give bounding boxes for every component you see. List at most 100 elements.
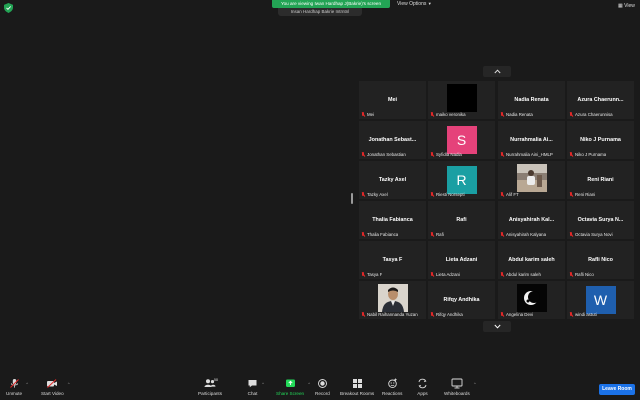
whiteboards-button[interactable]: Whiteboards ^ (444, 378, 476, 396)
participant-label-text: Octavia Surya Novi (575, 231, 613, 237)
caret-up-icon[interactable]: ^ (26, 381, 28, 386)
participant-video-image (516, 284, 547, 312)
participant-tile[interactable]: Nadia Renata Nadia Renata (498, 81, 565, 119)
grid-icon: ▦ (618, 3, 623, 9)
unmute-button[interactable]: Unmute ^ (6, 378, 28, 396)
share-screen-label: Share Screen (276, 391, 305, 396)
participant-name-label: Rafi (430, 231, 444, 237)
start-video-button[interactable]: Start Video ^ (41, 378, 70, 396)
participant-label-text: Thalia Fabianca (367, 231, 399, 237)
participant-name-label: Angelina Devi (500, 311, 533, 317)
gallery-scroll-up-button[interactable] (483, 66, 511, 77)
participant-label-text: Nurrahmalia Aini_HMLP (506, 151, 553, 157)
participant-tile[interactable]: R Riesti Norsepti (428, 161, 495, 199)
participant-tile[interactable]: Tasya F Tasya F (359, 241, 426, 279)
participant-label-text: Anisyahirah Kalyana (506, 231, 547, 237)
view-options-menu[interactable]: View Options ▼ (397, 1, 432, 7)
participant-label-text: Rafli Nico (575, 271, 594, 277)
panel-resize-handle[interactable] (351, 193, 353, 204)
participant-tile[interactable]: Azura Chaerunn... Azura Chaerunnisa (567, 81, 634, 119)
participant-name-label: Tasya F (361, 271, 382, 277)
microphone-muted-icon (361, 311, 365, 317)
microphone-muted-icon (569, 271, 573, 277)
participant-tile[interactable]: Wwindi astuti (567, 281, 634, 319)
participant-name-label: Jonathan Sebastian (361, 151, 406, 157)
participant-display-name: Tasya F (382, 257, 403, 263)
share-screen-button[interactable]: Share Screen ^ (276, 378, 310, 396)
participant-tile[interactable]: Nurrahmalia Ai... Nurrahmalia Aini_HMLP (498, 121, 565, 159)
participant-name-label: Nurrahmalia Aini_HMLP (500, 151, 553, 157)
microphone-muted-icon (430, 111, 434, 117)
chevron-up-icon (493, 69, 501, 74)
shield-icon[interactable] (4, 3, 13, 13)
participant-tile[interactable]: Octavia Surya N... Octavia Surya Novi (567, 201, 634, 239)
avatar-letter: R (446, 166, 477, 194)
participant-tile[interactable]: Reni Riani Reni Riani (567, 161, 634, 199)
participants-button[interactable]: 58 Participants (198, 378, 222, 396)
participant-tile[interactable]: Lieta Adzani Lieta Adzani (428, 241, 495, 279)
record-label: Record (315, 391, 330, 396)
participant-name-label: Reni Riani (569, 191, 595, 197)
meeting-toolbar: Unmute ^ Start Video ^ 58 Participants C… (0, 376, 640, 400)
participant-name-label: Azura Chaerunnisa (569, 111, 613, 117)
participant-tile[interactable]: Thalia Fabianca Thalia Fabianca (359, 201, 426, 239)
participant-tile[interactable]: Jonathan Sebast... Jonathan Sebastian (359, 121, 426, 159)
microphone-muted-icon (569, 311, 573, 317)
participant-display-name: Lieta Adzani (445, 257, 478, 263)
participant-tile[interactable]: Alif FT (498, 161, 565, 199)
gallery-scroll-down-button[interactable] (483, 321, 511, 332)
microphone-muted-icon (500, 271, 504, 277)
participant-tile[interactable]: Abdul karim saleh Abdul karim saleh (498, 241, 565, 279)
participant-name-label: Syfidla Nadia (430, 151, 462, 157)
microphone-muted-icon (569, 231, 573, 237)
caret-up-icon[interactable]: ^ (262, 381, 264, 386)
chat-button[interactable]: Chat ^ (247, 378, 264, 396)
record-icon (317, 379, 327, 388)
participant-tile[interactable]: Anisyahirah Kal... Anisyahirah Kalyana (498, 201, 565, 239)
participant-tile[interactable]: S Syfidla Nadia (428, 121, 495, 159)
leave-room-button[interactable]: Leave Room (599, 384, 635, 395)
chevron-down-icon (493, 324, 501, 329)
participant-display-name: Abdul karim saleh (508, 257, 555, 263)
participant-name-label: Abdul karim saleh (500, 271, 541, 277)
participant-name-label: windi astuti (569, 311, 597, 317)
participant-tile[interactable]: Rafli Nico Rafli Nico (567, 241, 634, 279)
participant-tile[interactable]: Rafi Rafi (428, 201, 495, 239)
breakout-rooms-label: Breakout Rooms (340, 391, 375, 396)
microphone-muted-icon (9, 379, 19, 388)
apps-button[interactable]: Apps (417, 378, 428, 396)
caret-up-icon[interactable]: ^ (68, 381, 70, 386)
participant-label-text: windi astuti (575, 311, 597, 317)
participant-display-name: Thalia Fabianca (372, 217, 413, 223)
participant-name-label: Octavia Surya Novi (569, 231, 613, 237)
microphone-muted-icon (500, 111, 504, 117)
participant-label-text: Tasya F (367, 271, 383, 277)
participant-label-text: Lieta Adzani (436, 271, 460, 277)
reactions-button[interactable]: Reactions (382, 378, 402, 396)
participant-tile[interactable]: Mei Mei (359, 81, 426, 119)
microphone-muted-icon (569, 191, 573, 197)
view-button[interactable]: ▦ View (618, 3, 635, 9)
avatar-letter: W (585, 286, 616, 314)
record-button[interactable]: Record (315, 378, 330, 396)
participant-tile[interactable]: Angelina Devi (498, 281, 565, 319)
participant-tile[interactable]: Nabil Raihannanda Yuzan (359, 281, 426, 319)
participant-display-name: Niko J Purnama (580, 137, 621, 143)
participant-tile[interactable]: Rifqy Andhika Rifqy Andhika (428, 281, 495, 319)
participants-label: Participants (198, 391, 223, 396)
microphone-muted-icon (430, 191, 434, 197)
participant-name-label: Niko J Purnama (569, 151, 606, 157)
participant-tile[interactable]: Niko J Purnama Niko J Purnama (567, 121, 634, 159)
caret-up-icon[interactable]: ^ (474, 381, 476, 386)
participant-display-name: Rafli Nico (588, 257, 613, 263)
participant-display-name: Rifqy Andhika (443, 297, 480, 303)
participant-display-name: Nadia Renata (514, 97, 549, 103)
participant-label-text: Nabil Raihannanda Yuzan (367, 311, 418, 317)
participant-tile[interactable]: Tazky Axel Tazky Axel (359, 161, 426, 199)
breakout-rooms-button[interactable]: Breakout Rooms (340, 378, 374, 396)
participant-video-image (446, 84, 477, 112)
caret-up-icon[interactable]: ^ (308, 381, 310, 386)
participant-label-text: Jonathan Sebastian (367, 151, 406, 157)
participant-tile[interactable]: maiko veronika (428, 81, 495, 119)
reactions-icon (387, 378, 397, 389)
